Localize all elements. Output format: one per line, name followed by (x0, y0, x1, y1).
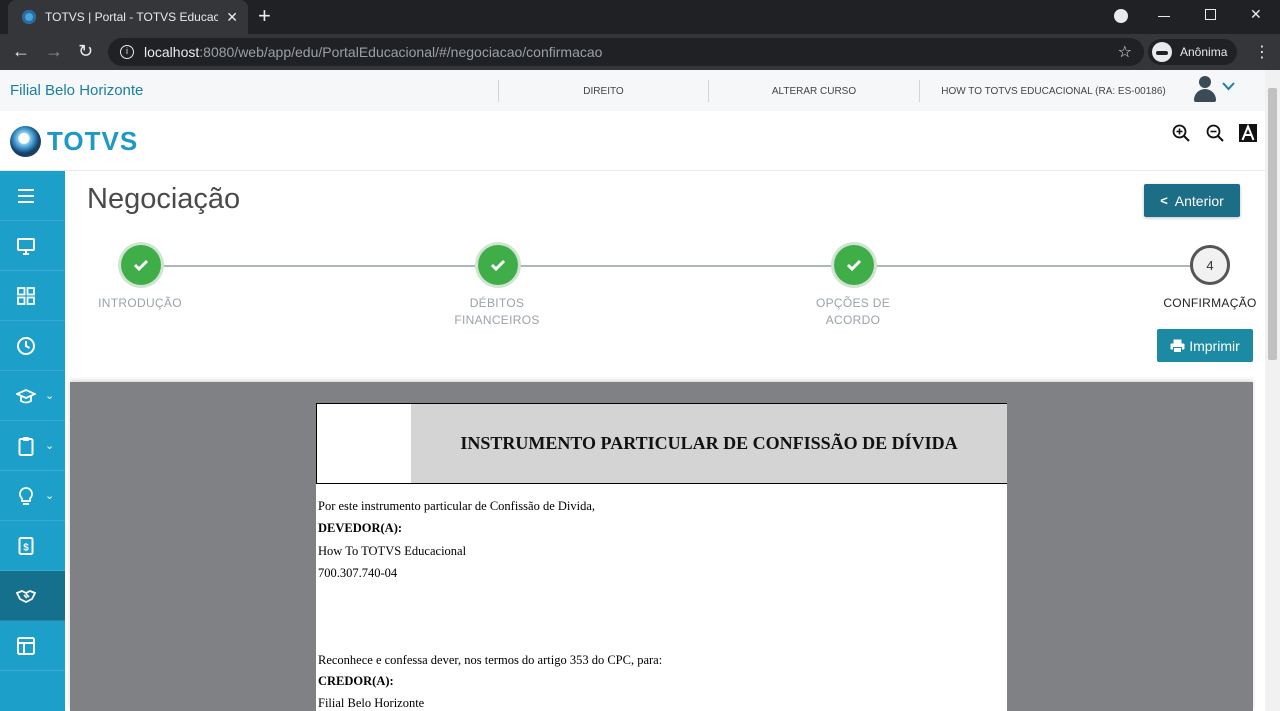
clipboard-icon (18, 437, 34, 456)
money-document-icon: $ (18, 537, 34, 555)
step-2-circle (478, 245, 518, 285)
lightbulb-icon (19, 487, 33, 505)
browser-menu-icon[interactable]: ⋮ (1254, 42, 1270, 62)
chevron-down-icon: ⌄ (45, 390, 55, 402)
sidebar-item-apps[interactable] (0, 271, 65, 321)
document-intro: Por este instrumento particular de Confi… (318, 499, 596, 513)
step-1-label: INTRODUÇÃO (98, 296, 182, 310)
check-icon (133, 259, 149, 271)
topbar-link-direito[interactable]: DIREITO (498, 80, 708, 102)
reload-icon[interactable]: ↻ (78, 41, 93, 61)
bookmark-star-icon[interactable]: ☆ (1118, 42, 1132, 62)
step-4-circle: 4 (1190, 245, 1230, 285)
sidebar-item-history[interactable] (0, 321, 65, 371)
sidebar-item-academic[interactable]: ⌄ (0, 371, 65, 421)
minimize-icon[interactable] (1158, 16, 1170, 17)
creditor-name: Filial Belo Horizonte (318, 696, 425, 710)
chevron-down-icon: ⌄ (45, 490, 55, 502)
zoom-out-icon[interactable] (1206, 124, 1224, 142)
totvs-favicon-icon (22, 10, 36, 24)
url-host: localhost (144, 44, 200, 60)
document-title: INSTRUMENTO PARTICULAR DE CONFISSÃO DE D… (411, 403, 1007, 484)
zoom-in-icon[interactable] (1172, 124, 1190, 142)
topbar-link-student[interactable]: HOW TO TOTVS EDUCACIONAL (RA: ES-00186) (919, 80, 1187, 102)
forward-icon[interactable]: → (45, 41, 63, 61)
scrollbar-thumb[interactable] (1268, 88, 1277, 360)
high-contrast-font-icon[interactable] (1239, 124, 1257, 142)
sidebar-item-financial[interactable]: $ (0, 521, 65, 571)
page-title: Negociação (87, 183, 241, 215)
printer-icon (1170, 339, 1185, 353)
tab-close-icon[interactable]: ✕ (226, 9, 238, 26)
chevron-down-icon[interactable] (1222, 82, 1235, 91)
debtor-document: 700.307.740-04 (318, 566, 398, 580)
close-window-icon[interactable]: ✕ (1250, 6, 1262, 23)
incognito-label: Anônima (1180, 45, 1228, 59)
browser-tab-strip: TOTVS | Portal - TOTVS Educacional ✕ + ✕ (0, 0, 1280, 34)
sidebar-item-dashboard[interactable] (0, 221, 65, 271)
incognito-badge[interactable]: Anônima (1148, 39, 1238, 65)
debtor-name: How To TOTVS Educacional (318, 544, 467, 558)
layout-icon (17, 637, 35, 655)
step-3-circle (834, 245, 874, 285)
print-button[interactable]: Imprimir (1157, 329, 1253, 362)
step-2-label: DÉBITOS FINANCEIROS (454, 296, 540, 327)
sidebar-item-ideas[interactable]: ⌄ (0, 471, 65, 521)
monitor-icon (17, 238, 35, 255)
step-3-label: OPÇÕES DE ACORDO (815, 296, 891, 327)
svg-text:$: $ (23, 543, 29, 554)
check-icon (490, 259, 506, 271)
creditor-label: CREDOR(A): (318, 674, 394, 688)
topbar-link-alterar-curso[interactable]: ALTERAR CURSO (708, 80, 919, 102)
handshake-icon (16, 590, 36, 604)
sidebar-item-negotiation[interactable] (0, 571, 65, 621)
previous-button[interactable]: < Anterior (1144, 184, 1240, 217)
grid-icon (17, 287, 35, 305)
branch-name[interactable]: Filial Belo Horizonte (10, 82, 143, 99)
totvs-logo-icon (10, 126, 41, 157)
back-icon[interactable]: ← (12, 41, 30, 61)
print-button-label: Imprimir (1189, 337, 1240, 354)
check-icon (846, 259, 862, 271)
site-info-icon[interactable]: i (120, 45, 134, 59)
browser-tab[interactable]: TOTVS | Portal - TOTVS Educacional ✕ (8, 0, 248, 34)
debtor-label: DEVEDOR(A): (318, 521, 403, 535)
acknowledgement-text: Reconhece e confessa dever, nos termos d… (318, 653, 663, 667)
tab-title: TOTVS | Portal - TOTVS Educacional (45, 10, 219, 24)
logo-text: TOTVS (47, 126, 139, 156)
sidebar: ⌄ ⌄ ⌄ $ (0, 171, 65, 711)
app-topbar: Filial Belo Horizonte DIREITO ALTERAR CU… (0, 70, 1265, 111)
address-bar: ← → ↻ i localhost :8080/web/app/edu/Port… (0, 34, 1280, 70)
page-scrollbar[interactable] (1265, 70, 1280, 711)
menu-icon (18, 189, 34, 203)
sidebar-item-menu[interactable] (0, 171, 65, 221)
clock-icon (17, 337, 35, 355)
document-page: INSTRUMENTO PARTICULAR DE CONFISSÃO DE D… (316, 403, 1007, 711)
incognito-icon (1152, 42, 1172, 62)
user-avatar-icon[interactable] (1192, 76, 1218, 104)
step-4-label: CONFIRMAÇÃO (1163, 296, 1257, 310)
sidebar-item-layout[interactable] (0, 621, 65, 671)
logo-bar: TOTVS (0, 111, 1265, 171)
new-tab-button[interactable]: + (258, 5, 271, 27)
profile-dropdown-icon[interactable] (1114, 9, 1128, 23)
previous-button-label: Anterior (1174, 192, 1224, 209)
restore-icon[interactable] (1205, 9, 1216, 20)
url-path: :8080/web/app/edu/PortalEducacional/#/ne… (199, 44, 603, 60)
step-1-circle (121, 245, 161, 285)
graduation-cap-icon (16, 389, 36, 404)
chevron-down-icon: ⌄ (45, 440, 55, 452)
url-field[interactable]: i localhost :8080/web/app/edu/PortalEduc… (108, 38, 1144, 66)
chevron-left-icon: < (1160, 193, 1168, 208)
sidebar-item-documents[interactable]: ⌄ (0, 421, 65, 471)
stepper-track (140, 265, 1210, 267)
document-logo-placeholder (316, 403, 412, 484)
